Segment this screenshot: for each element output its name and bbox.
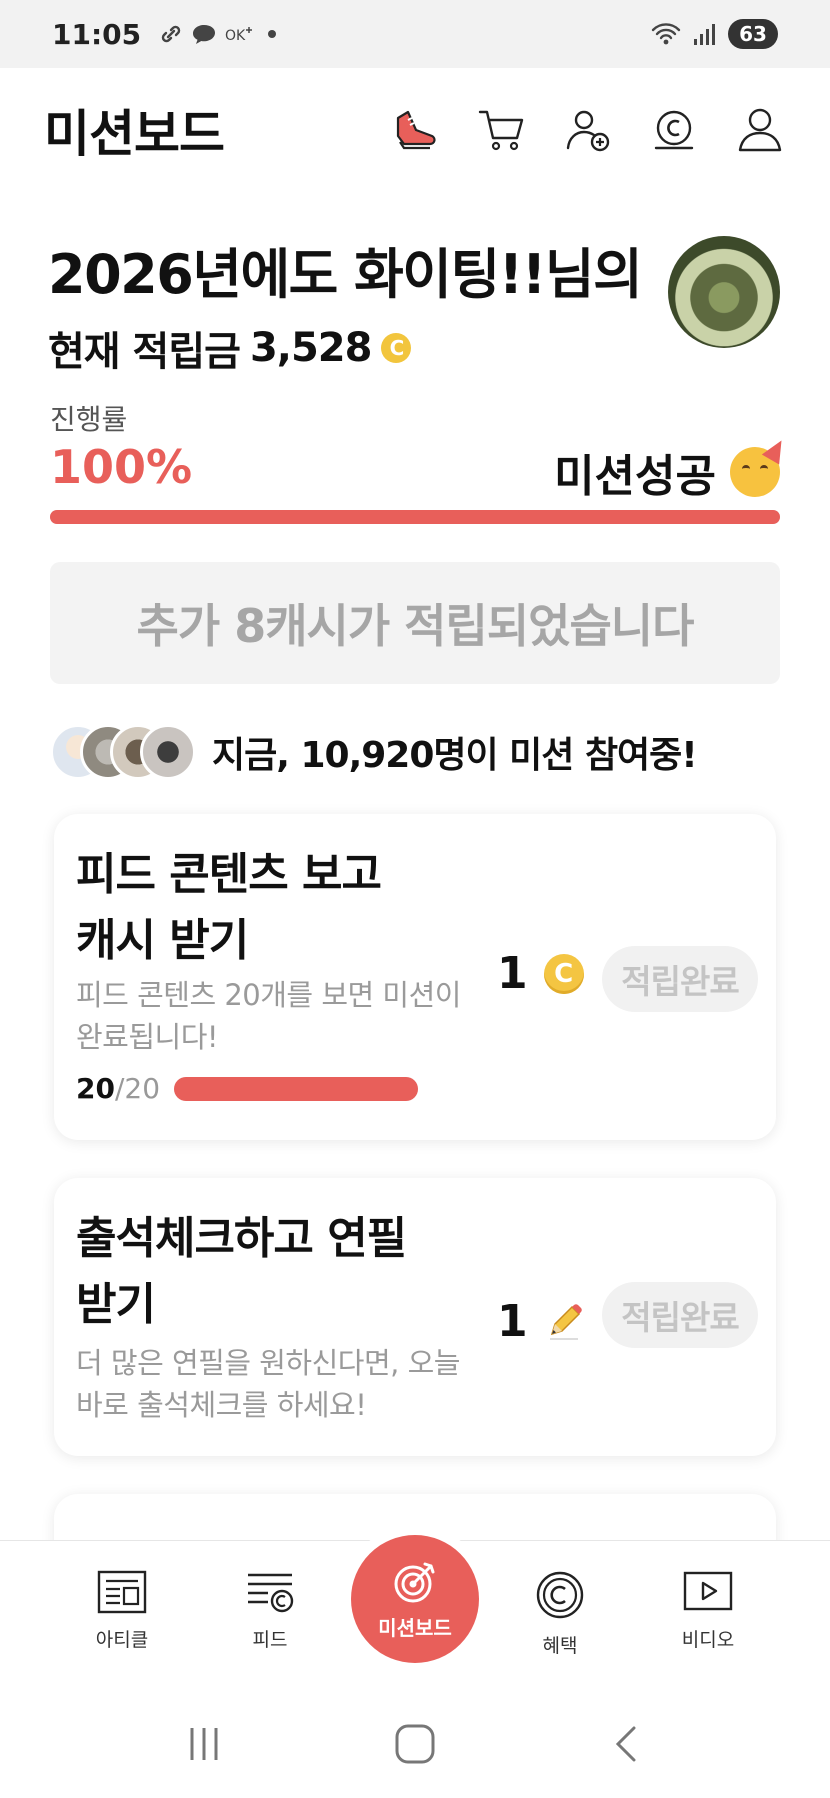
coin-icon: C [543, 953, 584, 994]
feed-icon [248, 1573, 294, 1613]
app-header: 미션보드 [0, 68, 830, 192]
progress-percent: 100% [50, 440, 193, 494]
reward-amount: 1 [497, 948, 528, 999]
chat-bubble-icon [193, 25, 216, 44]
mission-status: 미션성공 [554, 435, 791, 504]
dot-icon [268, 30, 277, 38]
participants-count: 10,920명 [300, 735, 466, 776]
cash-coin-icon[interactable] [648, 104, 700, 156]
nav-label: 비디오 [681, 1629, 735, 1651]
wifi-icon [651, 23, 681, 45]
progress-bar-fill [50, 510, 780, 524]
balance-row: 현재 적립금 3,528 C [48, 319, 668, 377]
svg-text:OK: OK [225, 28, 246, 44]
mission-status-text: 미션성공 [554, 451, 716, 502]
mission-description: 더 많은 연필을 원하신다면, 오늘 바로 출석체크를 하세요! [76, 1346, 460, 1422]
mission-reward: 1 [497, 1296, 584, 1347]
progress-label: 진행률 [50, 403, 128, 436]
nav-label: 피드 [252, 1629, 288, 1651]
party-face-icon [730, 435, 791, 497]
participants-text: 지금, 10,920명이 미션 참여중! [212, 726, 698, 778]
mission-progress-bar-fill [174, 1076, 419, 1101]
mission-title: 피드 콘텐츠 보고 캐시 받기 [76, 849, 382, 966]
reward-amount: 1 [497, 1296, 528, 1347]
mission-progress-count: 20/20 [76, 1072, 161, 1105]
mission-title: 출석체크하고 연필 받기 [76, 1213, 407, 1330]
status-left-icons: OK [159, 22, 281, 46]
home-icon[interactable] [393, 1722, 437, 1766]
participant-avatar [140, 724, 196, 780]
balance-value: 3,528 [249, 325, 373, 371]
target-icon [394, 1562, 435, 1602]
article-icon [97, 1570, 147, 1614]
cart-icon[interactable] [476, 104, 528, 156]
complete-button[interactable]: 적립완료 [602, 1282, 758, 1348]
status-right: 63 [650, 19, 778, 49]
nav-item-feed[interactable]: 피드 [210, 1569, 330, 1652]
nav-item-article[interactable]: 아티클 [62, 1569, 182, 1652]
mission-card-feed[interactable]: 피드 콘텐츠 보고 캐시 받기 피드 콘텐츠 20개를 보면 미션이 완료됩니다… [54, 814, 776, 1140]
page-title: 미션보드 [44, 105, 225, 163]
mission-description: 피드 콘텐츠 20개를 보면 미션이 완료됩니다! [76, 978, 461, 1054]
participants-row: 지금, 10,920명이 미션 참여중! [50, 722, 698, 782]
nav-label: 미션보드 [378, 1615, 452, 1640]
nav-item-missionboard[interactable]: 미션보드 [351, 1535, 479, 1663]
bottom-nav: 아티클 피드 미션보드 혜택 비디오 [0, 1535, 830, 1690]
status-bar: 11:05 OK 63 [0, 0, 830, 68]
nav-item-video[interactable]: 비디오 [648, 1569, 768, 1652]
link-icon [161, 25, 181, 43]
sneaker-icon[interactable] [390, 104, 442, 156]
reward-banner: 추가 8캐시가 적립되었습니다 [50, 562, 780, 684]
user-greeting: 2026년에도 화이팅!!님의 [48, 243, 643, 306]
mission-progress-bar [174, 1076, 419, 1101]
profile-icon[interactable] [734, 104, 786, 156]
add-friend-icon[interactable] [562, 104, 614, 156]
signal-icon [694, 24, 715, 45]
benefit-coin-icon [536, 1571, 584, 1619]
battery-indicator: 63 [728, 19, 778, 49]
mission-reward: 1 C [497, 948, 584, 999]
balance-label: 현재 적립금 [48, 329, 241, 375]
nav-item-benefit[interactable]: 혜택 [500, 1569, 620, 1658]
participants-prefix: 지금, [212, 735, 290, 776]
participants-suffix: 이 미션 참여중! [465, 735, 698, 776]
nav-label: 혜택 [542, 1635, 578, 1657]
progress-bar [50, 510, 780, 524]
avatar[interactable] [668, 236, 780, 348]
coin-icon: C [381, 333, 412, 363]
recent-apps-icon[interactable] [184, 1724, 224, 1764]
status-time: 11:05 [52, 17, 142, 51]
system-nav-bar [0, 1690, 830, 1798]
greeting-section: 2026년에도 화이팅!!님의 현재 적립금 3,528 C [48, 230, 668, 377]
pencil-icon [544, 1302, 584, 1342]
header-icons [390, 104, 786, 156]
ok-icon: OK [225, 27, 253, 44]
mission-progress: 20/20 [76, 1072, 419, 1105]
mission-card-attendance[interactable]: 출석체크하고 연필 받기 더 많은 연필을 원하신다면, 오늘 바로 출석체크를… [54, 1178, 776, 1456]
video-icon [683, 1571, 733, 1611]
nav-label: 아티클 [95, 1629, 149, 1651]
complete-button[interactable]: 적립완료 [602, 946, 758, 1012]
back-icon[interactable] [606, 1724, 646, 1764]
